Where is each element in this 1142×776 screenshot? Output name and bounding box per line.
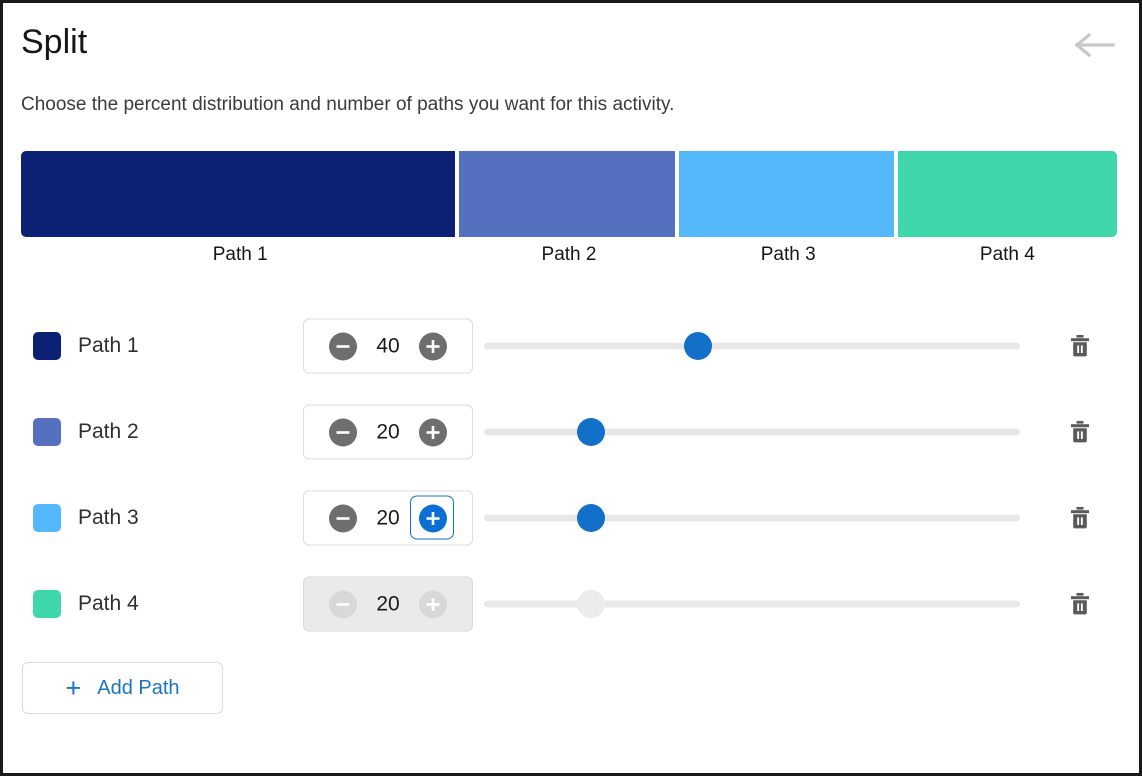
distribution-segment-label-4: Path 4 bbox=[979, 244, 1035, 265]
percent-stepper-3: 20 bbox=[303, 490, 473, 546]
path-row-label-3: Path 3 bbox=[78, 506, 139, 529]
arrow-left-icon bbox=[1075, 33, 1115, 57]
distribution-segment-1 bbox=[21, 151, 460, 237]
slider-thumb-3[interactable] bbox=[577, 504, 606, 532]
trash-icon[interactable] bbox=[1066, 418, 1094, 446]
path-row-label-4: Path 4 bbox=[78, 592, 139, 615]
path-row-identity-3: Path 3 bbox=[33, 504, 139, 532]
page-title: Split bbox=[21, 23, 88, 61]
add-path-button[interactable]: + Add Path bbox=[22, 662, 223, 714]
slider-thumb-4 bbox=[577, 590, 606, 618]
minus-circle-icon[interactable] bbox=[329, 418, 357, 446]
percent-value-2: 20 bbox=[376, 420, 400, 443]
path-color-swatch-4 bbox=[33, 590, 61, 618]
minus-circle-icon[interactable] bbox=[329, 332, 357, 360]
trash-icon[interactable] bbox=[1066, 504, 1094, 532]
plus-circle-icon bbox=[419, 590, 447, 618]
path-color-swatch-3 bbox=[33, 504, 61, 532]
plus-circle-icon[interactable] bbox=[410, 495, 454, 539]
slider-track-4 bbox=[484, 600, 1020, 608]
distribution-segment-label-1: Path 1 bbox=[212, 244, 268, 265]
path-row-label-2: Path 2 bbox=[78, 420, 139, 443]
trash-icon[interactable] bbox=[1066, 590, 1094, 618]
distribution-bar bbox=[21, 151, 1117, 237]
percent-stepper-2: 20 bbox=[303, 404, 473, 460]
percent-value-3: 20 bbox=[376, 506, 400, 529]
slider-track-3 bbox=[484, 514, 1020, 522]
path-row: Path 3 20 bbox=[3, 475, 1139, 561]
distribution-bar-labels: Path 1 Path 2 Path 3 Path 4 bbox=[21, 241, 1117, 269]
distribution-segment-4 bbox=[897, 151, 1117, 237]
percent-slider-4 bbox=[484, 590, 1020, 618]
percent-slider-2[interactable] bbox=[484, 418, 1020, 446]
path-color-swatch-2 bbox=[33, 418, 61, 446]
percent-stepper-4: 20 bbox=[303, 576, 473, 632]
path-row: Path 4 20 bbox=[3, 561, 1139, 647]
plus-icon: + bbox=[65, 672, 82, 703]
slider-track-1 bbox=[484, 342, 1020, 350]
trash-icon[interactable] bbox=[1066, 332, 1094, 360]
slider-thumb-1[interactable] bbox=[684, 332, 713, 360]
slider-track-2 bbox=[484, 428, 1020, 436]
percent-stepper-1: 40 bbox=[303, 318, 473, 374]
distribution-segment-3 bbox=[678, 151, 898, 237]
plus-circle-icon[interactable] bbox=[419, 332, 447, 360]
path-row: Path 2 20 bbox=[3, 389, 1139, 475]
percent-value-1: 40 bbox=[376, 334, 400, 357]
add-path-label: Add Path bbox=[97, 676, 180, 699]
path-row-identity-1: Path 1 bbox=[33, 332, 139, 360]
percent-slider-1[interactable] bbox=[484, 332, 1020, 360]
path-color-swatch-1 bbox=[33, 332, 61, 360]
back-arrow-button[interactable] bbox=[1075, 27, 1115, 63]
panel-description: Choose the percent distribution and numb… bbox=[21, 94, 675, 115]
slider-thumb-2[interactable] bbox=[577, 418, 606, 446]
distribution-segment-label-2: Path 2 bbox=[541, 244, 597, 265]
minus-circle-icon bbox=[329, 590, 357, 618]
split-activity-panel: Split Choose the percent distribution an… bbox=[0, 0, 1142, 776]
distribution-segment-2 bbox=[459, 151, 679, 237]
distribution-segment-label-3: Path 3 bbox=[760, 244, 816, 265]
path-row: Path 1 40 bbox=[3, 303, 1139, 389]
minus-circle-icon[interactable] bbox=[329, 504, 357, 532]
percent-slider-3[interactable] bbox=[484, 504, 1020, 532]
path-rows-list: Path 1 40 Path 2 20 Path 3 20 Path 4 20 bbox=[3, 303, 1139, 647]
plus-circle-icon[interactable] bbox=[419, 418, 447, 446]
path-row-identity-2: Path 2 bbox=[33, 418, 139, 446]
path-row-identity-4: Path 4 bbox=[33, 590, 139, 618]
path-row-label-1: Path 1 bbox=[78, 334, 139, 357]
percent-value-4: 20 bbox=[376, 592, 400, 615]
